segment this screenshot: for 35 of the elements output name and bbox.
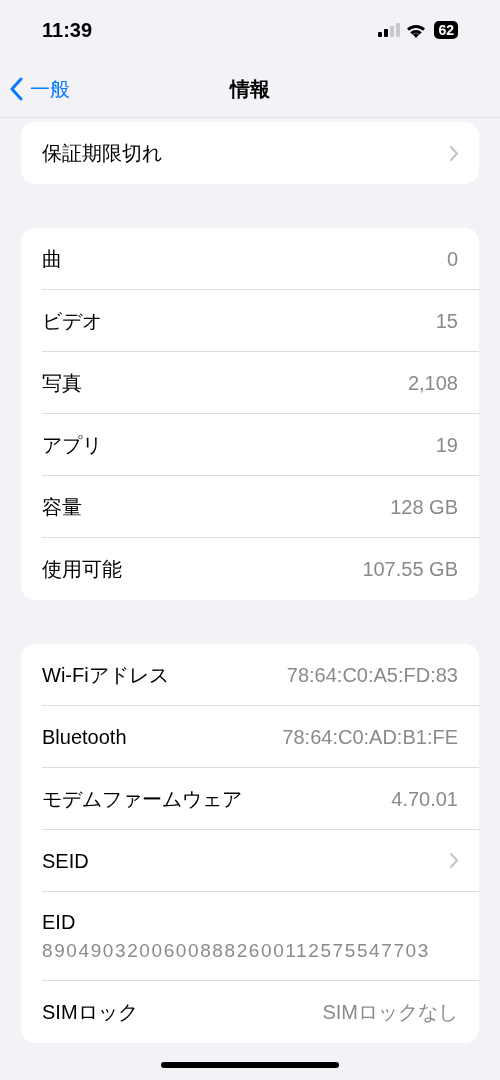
row-label: 写真 [42,370,82,396]
page-title: 情報 [230,76,270,102]
status-time: 11:39 [42,18,93,43]
row-label: 使用可能 [42,557,122,582]
signal-icon [378,23,401,37]
chevron-icon [449,144,459,162]
row-label: EID [42,909,76,935]
row-label: SIMロック [42,1000,138,1025]
row-label: アプリ [42,432,102,458]
back-button[interactable]: 一般 [10,73,70,104]
row-value: 0 [446,246,458,272]
row-value: 78:64:C0:AD:B1:FE [282,724,458,750]
row-value: 89049032006008882600112575547703 [42,938,430,963]
row-label: ビデオ [42,308,102,334]
row-label: Bluetooth [42,724,127,750]
row-value: 128 GB [390,494,458,520]
row-label: 保証期限切れ [42,141,162,166]
row-label: 曲 [42,246,62,272]
row-value: 15 [435,308,458,334]
row-value: 19 [435,432,458,458]
row-label: Wi-Fiアドレス [42,662,169,688]
row-value: 4.70.01 [391,786,458,812]
row-label: 容量 [42,494,82,520]
chevron-icon [449,852,459,869]
row-value: SIMロックなし [322,1000,458,1025]
row-label: SEID [42,848,89,874]
back-chevron-icon [10,76,24,101]
settings-row[interactable]: SEID [21,830,479,892]
row-label: モデムファームウェア [42,786,242,812]
row-value: 107.55 GB [362,557,458,582]
row-value: 78:64:C0:A5:FD:83 [286,662,458,688]
row-value: 2,108 [407,370,458,396]
battery-indicator: 62 [434,21,458,39]
settings-row[interactable]: 保証期限切れ [21,122,479,184]
wifi-icon [406,22,427,38]
